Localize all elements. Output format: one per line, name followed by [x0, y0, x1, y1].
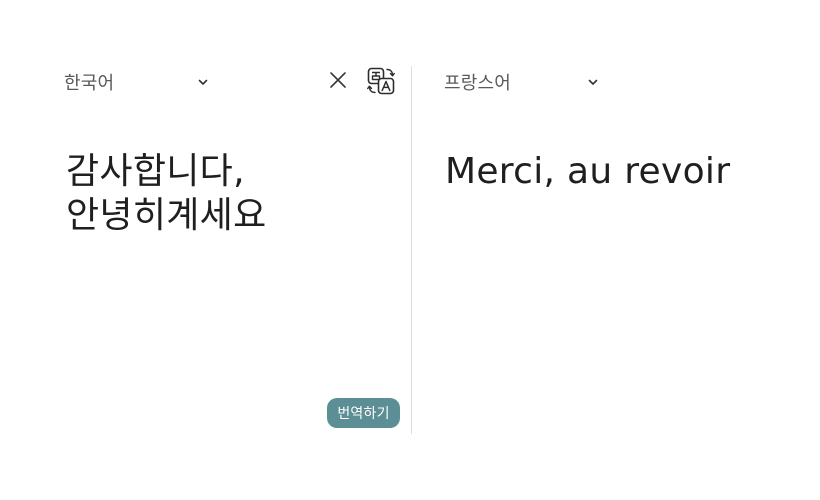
swap-languages-button[interactable] — [366, 66, 396, 96]
source-language-label: 한국어 — [64, 73, 115, 94]
target-text-output: Merci, au revoir — [445, 151, 731, 192]
target-language-select[interactable]: 프랑스어 — [444, 68, 604, 96]
clear-text-button[interactable] — [326, 68, 350, 92]
source-panel: 한국어 감사합니다, 안녕히계세요 번역하기 — [0, 60, 411, 434]
chevron-down-icon — [586, 75, 600, 89]
chevron-down-icon — [196, 75, 210, 89]
target-language-label: 프랑스어 — [444, 73, 512, 94]
translator-app: 한국어 감사합니다, 안녕히계세요 번역하기 프랑스어 Merci, au re… — [0, 0, 820, 500]
translate-swap-icon — [366, 66, 396, 96]
translate-button[interactable]: 번역하기 — [327, 398, 400, 428]
close-icon — [329, 71, 347, 89]
source-text-input[interactable]: 감사합니다, 안녕히계세요 — [66, 150, 386, 238]
source-language-select[interactable]: 한국어 — [64, 68, 214, 96]
target-panel: 프랑스어 Merci, au revoir — [412, 60, 820, 434]
